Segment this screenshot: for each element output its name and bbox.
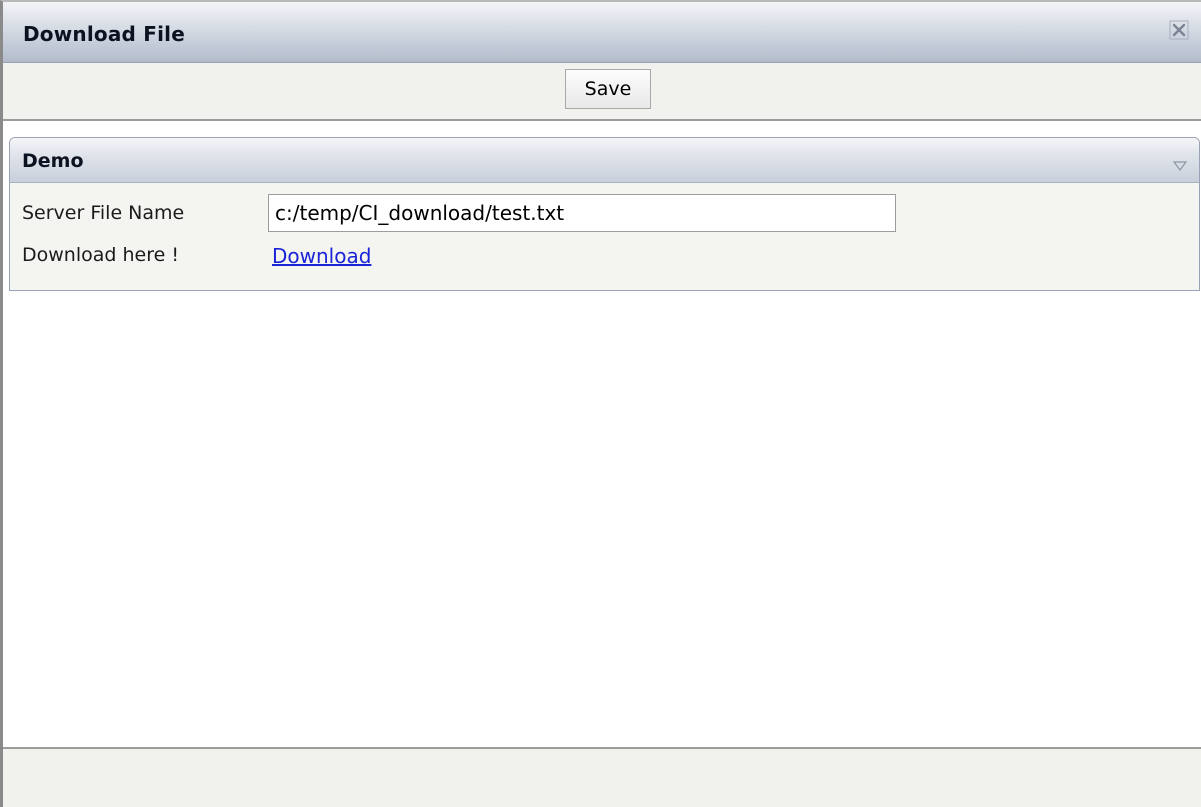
- content-area: Demo Server File Name Download here ! Do…: [3, 121, 1201, 747]
- server-file-name-input[interactable]: [268, 194, 896, 232]
- download-link[interactable]: Download: [272, 244, 371, 268]
- title-bar: Download File: [3, 2, 1201, 63]
- window-title: Download File: [23, 22, 185, 46]
- download-label: Download here !: [22, 244, 179, 266]
- save-button[interactable]: Save: [565, 69, 651, 109]
- demo-group: Demo Server File Name Download here ! Do…: [9, 137, 1200, 291]
- chevron-down-icon[interactable]: [1172, 156, 1188, 171]
- toolbar: Save: [3, 63, 1201, 121]
- group-title: Demo: [22, 150, 84, 172]
- download-row: Download here ! Download: [10, 236, 1199, 276]
- status-bar: [3, 747, 1201, 807]
- dialog-window: Download File Save Demo Server File Name: [0, 0, 1201, 807]
- group-header[interactable]: Demo: [10, 138, 1199, 183]
- close-icon[interactable]: [1169, 20, 1189, 40]
- server-file-name-label: Server File Name: [22, 202, 185, 224]
- server-file-row: Server File Name: [10, 194, 1199, 234]
